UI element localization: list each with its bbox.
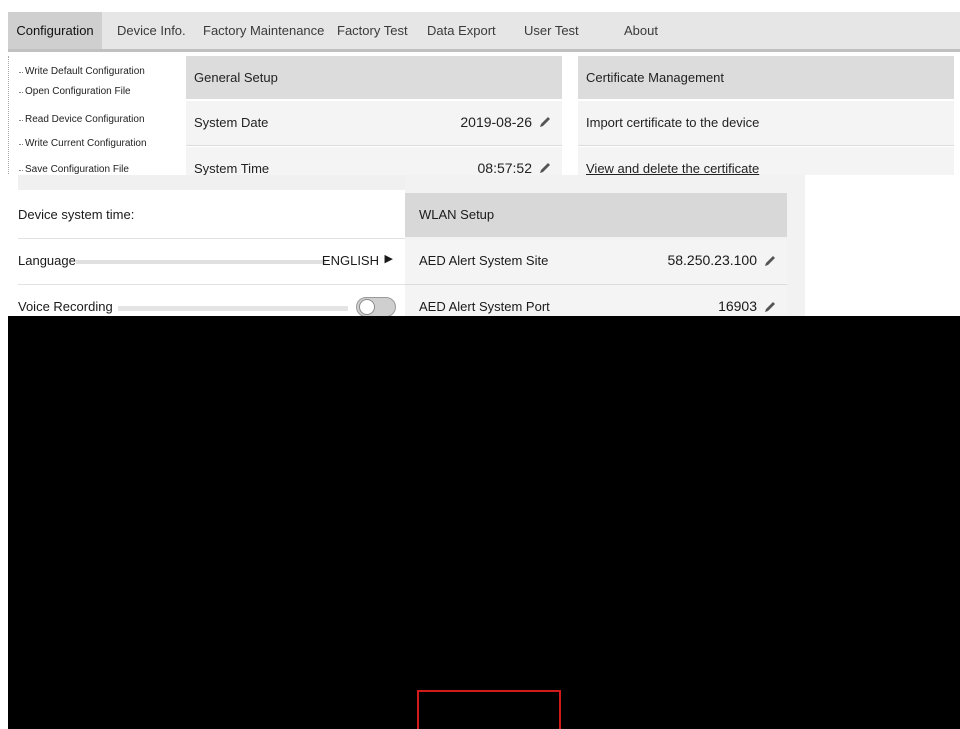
system-date-value: 2019-08-26 (460, 114, 532, 130)
menu-write-default[interactable]: Write Default Configuration (19, 66, 145, 77)
overlay-left-panel: Device system time: Language ENGLISH ▶ V… (8, 175, 405, 317)
edit-pencil-icon[interactable] (538, 115, 552, 129)
language-divider (76, 260, 326, 264)
device-time-row: Device system time: (18, 193, 405, 239)
edit-pencil-icon[interactable] (763, 254, 777, 268)
language-value: ENGLISH (321, 253, 379, 268)
view-certificate-label: View and delete the certificate (586, 161, 760, 176)
wlan-header: WLAN Setup (405, 193, 787, 237)
system-time-row[interactable]: System Time 08:57:52 (186, 147, 562, 176)
general-setup-header: General Setup (186, 56, 562, 99)
tab-factory-maintenance[interactable]: Factory Maintenance (203, 12, 324, 49)
system-time-value: 08:57:52 (477, 160, 533, 176)
toggle-knob (359, 299, 375, 315)
voice-divider (118, 306, 348, 311)
system-time-label: System Time (194, 161, 270, 176)
tab-bar: Configuration Device Info. Factory Maint… (8, 12, 960, 52)
aed-port-row[interactable]: AED Alert System Port 16903 (405, 285, 787, 316)
aed-site-label: AED Alert System Site (419, 253, 549, 268)
view-certificate-row[interactable]: View and delete the certificate (578, 147, 954, 176)
menu-write-current-config[interactable]: Write Current Configuration (19, 138, 147, 149)
config-menu: Write Default Configuration Open Configu… (8, 56, 179, 176)
red-highlight-box (417, 690, 561, 729)
import-certificate-row[interactable]: Import certificate to the device (578, 101, 954, 146)
voice-recording-row[interactable]: Voice Recording (18, 285, 405, 317)
aed-port-value: 16903 (718, 298, 757, 314)
black-display-area (8, 316, 960, 729)
aed-port-label: AED Alert System Port (419, 299, 550, 314)
tab-user-test[interactable]: User Test (524, 12, 579, 49)
aed-site-value: 58.250.23.100 (667, 252, 757, 268)
tab-factory-test[interactable]: Factory Test (337, 12, 408, 49)
device-time-label: Device system time: (18, 207, 135, 222)
menu-open-config-file[interactable]: Open Configuration File (19, 86, 131, 97)
certificate-header: Certificate Management (578, 56, 954, 99)
edit-pencil-icon[interactable] (763, 300, 777, 314)
aed-site-row[interactable]: AED Alert System Site 58.250.23.100 (405, 239, 787, 285)
tab-about[interactable]: About (624, 12, 658, 49)
system-date-row[interactable]: System Date 2019-08-26 (186, 101, 562, 146)
voice-recording-toggle[interactable] (356, 297, 396, 317)
menu-save-config-file[interactable]: Save Configuration File (19, 164, 129, 175)
system-date-label: System Date (194, 115, 269, 130)
overlay-strip (18, 175, 405, 190)
voice-recording-label: Voice Recording (18, 299, 113, 314)
menu-read-device-config[interactable]: Read Device Configuration (19, 114, 145, 125)
import-certificate-label: Import certificate to the device (586, 115, 760, 130)
tab-data-export[interactable]: Data Export (427, 12, 496, 49)
tab-device-info[interactable]: Device Info. (117, 12, 186, 49)
language-label: Language (18, 253, 76, 268)
language-row[interactable]: Language ENGLISH ▶ (18, 239, 405, 285)
edit-pencil-icon[interactable] (538, 161, 552, 175)
tab-configuration[interactable]: Configuration (8, 12, 102, 49)
chevron-right-icon: ▶ (384, 253, 393, 265)
wlan-panel: WLAN Setup AED Alert System Site 58.250.… (405, 175, 805, 316)
blank-area (805, 175, 960, 316)
wlan-title: WLAN Setup (419, 207, 495, 222)
